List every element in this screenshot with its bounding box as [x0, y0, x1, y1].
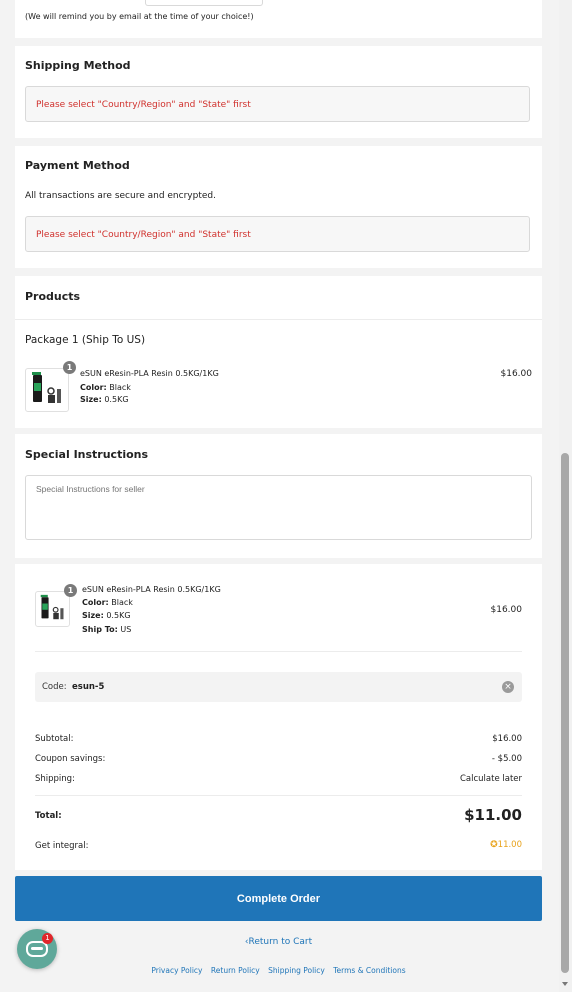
- divider: [15, 319, 542, 320]
- product-size: Size: 0.5KG: [80, 395, 129, 404]
- subtotal-value: $16.00: [492, 734, 522, 744]
- medal-icon: ✪: [490, 840, 498, 850]
- product-price: $16.00: [500, 369, 533, 379]
- divider: [35, 795, 522, 796]
- reminder-note: (We will remind you by email at the time…: [25, 12, 254, 21]
- shipping-policy-link[interactable]: Shipping Policy: [268, 966, 325, 975]
- coupon-value: - $5.00: [491, 754, 522, 764]
- code-label: Code:: [42, 682, 67, 692]
- footer-links: Privacy Policy Return Policy Shipping Po…: [0, 966, 557, 975]
- chat-unread-badge: 1: [42, 933, 53, 944]
- discount-code-pill: Code: esun-5 ×: [35, 672, 522, 702]
- time-select-box[interactable]: [145, 0, 263, 6]
- shipping-method-card: Shipping Method Please select "Country/R…: [15, 46, 542, 138]
- shipping-label: Shipping:: [35, 774, 75, 784]
- resin-bottle-icon: [32, 372, 61, 403]
- total-label: Total:: [35, 811, 62, 821]
- return-policy-link[interactable]: Return Policy: [211, 966, 260, 975]
- special-instructions-title: Special Instructions: [25, 448, 149, 461]
- integral-label: Get integral:: [35, 841, 89, 851]
- return-to-cart-link[interactable]: ‹Return to Cart: [0, 937, 557, 947]
- secure-text: All transactions are secure and encrypte…: [25, 191, 216, 201]
- subtotal-label: Subtotal:: [35, 734, 74, 744]
- quantity-badge: 1: [63, 361, 76, 374]
- special-instructions-input[interactable]: [25, 475, 532, 540]
- quantity-badge: 1: [64, 584, 77, 597]
- summary-product-color: Color: Black: [82, 598, 133, 607]
- terms-conditions-link[interactable]: Terms & Conditions: [333, 966, 405, 975]
- divider: [35, 651, 522, 652]
- payment-method-card: Payment Method All transactions are secu…: [15, 146, 542, 268]
- coupon-label: Coupon savings:: [35, 754, 106, 764]
- integral-value-wrap: ✪11.00: [490, 840, 522, 850]
- payment-notice: Please select "Country/Region" and "Stat…: [25, 216, 530, 252]
- return-to-cart-label: Return to Cart: [248, 937, 313, 947]
- shipping-method-title: Shipping Method: [25, 59, 131, 72]
- summary-product-name: eSUN eResin-PLA Resin 0.5KG/1KG: [82, 585, 221, 594]
- privacy-policy-link[interactable]: Privacy Policy: [151, 966, 202, 975]
- chat-button[interactable]: 1: [17, 929, 57, 969]
- summary-product-shipto: Ship To: US: [82, 625, 132, 634]
- total-value: $11.00: [464, 806, 522, 824]
- products-card: Products Package 1 (Ship To US) 1 eSUN e…: [15, 276, 542, 428]
- order-summary-card: 1 eSUN eResin-PLA Resin 0.5KG/1KG Color:…: [15, 564, 542, 870]
- complete-order-button[interactable]: Complete Order: [15, 876, 542, 921]
- payment-method-title: Payment Method: [25, 159, 130, 172]
- special-instructions-card: Special Instructions: [15, 434, 542, 558]
- products-title: Products: [25, 290, 81, 303]
- summary-product-price: $16.00: [490, 605, 523, 615]
- delivery-reminder-card: (We will remind you by email at the time…: [15, 0, 542, 38]
- product-thumbnail: 1: [25, 361, 76, 412]
- package-title: Package 1 (Ship To US): [25, 334, 146, 346]
- product-color: Color: Black: [80, 383, 131, 392]
- resin-bottle-icon: [40, 594, 64, 620]
- shipping-notice: Please select "Country/Region" and "Stat…: [25, 86, 530, 122]
- scrollbar-track[interactable]: [559, 0, 572, 992]
- summary-product-size: Size: 0.5KG: [82, 611, 131, 620]
- code-value: esun-5: [72, 682, 105, 692]
- remove-code-icon[interactable]: ×: [502, 681, 514, 693]
- scrollbar-thumb[interactable]: [561, 453, 569, 973]
- summary-product-thumbnail: 1: [35, 584, 77, 627]
- product-name: eSUN eResin-PLA Resin 0.5KG/1KG: [80, 369, 219, 378]
- integral-value: 11.00: [497, 840, 522, 850]
- scroll-down-arrow-icon[interactable]: [562, 982, 568, 986]
- shipping-value: Calculate later: [459, 774, 522, 784]
